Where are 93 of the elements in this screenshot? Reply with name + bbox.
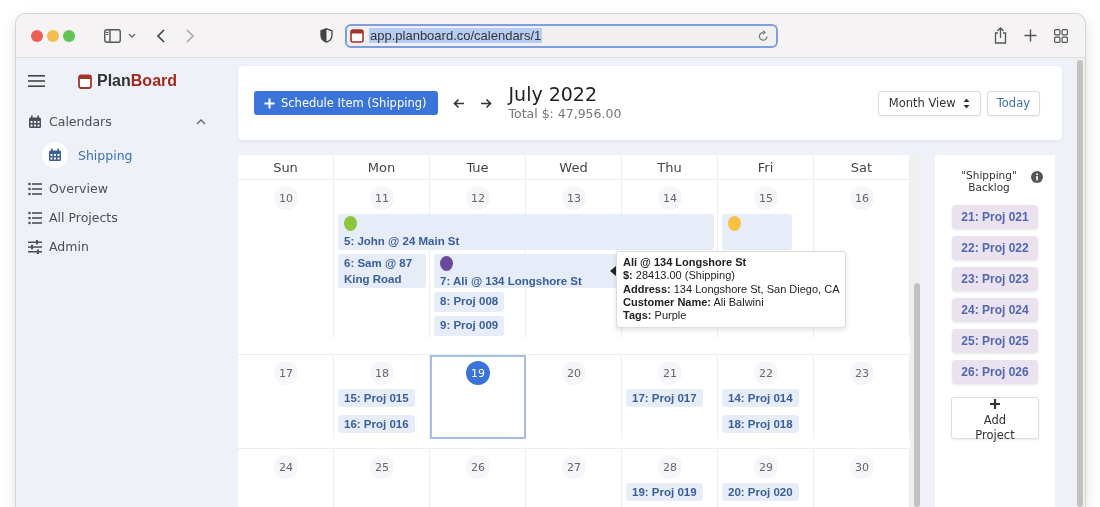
calendar-favicon-icon: [350, 28, 364, 43]
day-number[interactable]: 18: [370, 361, 394, 385]
day-number[interactable]: 13: [562, 186, 586, 210]
sidebar-item[interactable]: Calendars: [28, 107, 226, 136]
event-chip[interactable]: 17: Proj 017: [626, 389, 703, 407]
calendar-icon: [28, 114, 42, 129]
day-number[interactable]: 19: [466, 361, 490, 385]
weekday-header: Sat: [814, 155, 910, 180]
tooltip-text: Tags: Purple: [623, 309, 688, 323]
today-button[interactable]: Today: [986, 90, 1040, 116]
view-select[interactable]: Month View: [877, 90, 981, 116]
weekday-header: Fri: [718, 155, 814, 180]
day-number[interactable]: 23: [850, 361, 874, 385]
reload-icon[interactable]: [758, 29, 769, 42]
plus-icon: [990, 399, 1000, 409]
event-chip[interactable]: 15: Proj 015: [338, 389, 415, 407]
day-number[interactable]: 14: [658, 186, 682, 210]
tooltip-title: Ali @ 134 Longshore St: [623, 256, 748, 270]
arrow-left-icon[interactable]: [453, 97, 466, 109]
event-chip[interactable]: 6: Sam @ 87 King Road: [338, 254, 426, 288]
weekday-header: Wed: [526, 155, 622, 180]
day-number[interactable]: 21: [658, 361, 682, 385]
day-number[interactable]: 30: [850, 455, 874, 479]
month-title: July 2022: [508, 83, 599, 105]
sidebar-item[interactable]: All Projects: [28, 203, 226, 232]
event-chip[interactable]: 20: Proj 020: [722, 483, 799, 501]
event-chip[interactable]: 9: Proj 009: [434, 316, 505, 336]
tooltip-text: $: 28413.00 (Shipping): [623, 269, 736, 283]
backlog-item[interactable]: 26: Proj 026: [952, 360, 1038, 384]
day-number[interactable]: 11: [370, 186, 394, 210]
weekday-header: Mon: [334, 155, 430, 180]
weekday-header: Sun: [238, 155, 334, 180]
window-control-dot[interactable]: [31, 29, 43, 42]
event-chip[interactable]: 19: Proj 019: [626, 483, 703, 501]
sidebar-item[interactable]: Shipping: [42, 136, 226, 174]
backlog-item[interactable]: 25: Proj 025: [952, 329, 1038, 353]
list-icon: [28, 210, 42, 225]
window-control-dot[interactable]: [47, 29, 59, 42]
day-number[interactable]: 16: [850, 186, 874, 210]
event-chip[interactable]: 8: Proj 008: [434, 292, 505, 312]
tab-grid-icon[interactable]: [1054, 28, 1068, 43]
sliders-icon: [28, 239, 42, 254]
backlog-item[interactable]: 23: Proj 023: [952, 267, 1038, 291]
sidebar-toggle-icon[interactable]: [104, 28, 121, 43]
chevron-down-icon[interactable]: [128, 33, 136, 38]
day-number[interactable]: 28: [658, 455, 682, 479]
event-chip[interactable]: 18: Proj 018: [722, 415, 799, 433]
logo-text: PlanBoard: [97, 72, 178, 90]
backlog-item[interactable]: 21: Proj 021: [952, 205, 1038, 229]
calendar-icon: [48, 148, 62, 162]
info-icon[interactable]: [1031, 171, 1043, 183]
day-number[interactable]: 29: [754, 455, 778, 479]
backlog-title: "Shipping" Backlog: [960, 169, 1018, 193]
day-number[interactable]: 20: [562, 361, 586, 385]
event-chip[interactable]: 14: Proj 014: [722, 389, 799, 407]
sidebar-item[interactable]: Admin: [28, 232, 226, 261]
list-icon: [28, 181, 42, 196]
arrow-right-icon[interactable]: [480, 97, 493, 109]
plus-icon: [264, 97, 275, 109]
window-control-dot[interactable]: [63, 29, 75, 42]
backlog-item[interactable]: 22: Proj 022: [952, 236, 1038, 260]
tooltip-text: Customer Name: Ali Balwini: [623, 295, 765, 310]
day-number[interactable]: 26: [466, 455, 490, 479]
day-number[interactable]: 15: [754, 186, 778, 210]
menu-icon[interactable]: [28, 75, 45, 87]
event-chip[interactable]: 7: Ali @ 134 Longshore St: [434, 254, 618, 288]
day-number[interactable]: 24: [274, 455, 298, 479]
day-number[interactable]: 27: [562, 455, 586, 479]
day-number[interactable]: 10: [274, 186, 298, 210]
schedule-button[interactable]: Schedule Item (Shipping): [254, 91, 439, 115]
back-icon[interactable]: [157, 28, 165, 43]
day-number[interactable]: 25: [370, 455, 394, 479]
shield-icon[interactable]: [320, 28, 333, 43]
address-field[interactable]: app.planboard.co/calendars/1: [345, 23, 778, 48]
day-number[interactable]: 22: [754, 361, 778, 385]
day-number[interactable]: 12: [466, 186, 490, 210]
event-chip[interactable]: 5: John @ 24 Main St: [338, 214, 714, 250]
plus-icon[interactable]: [1024, 29, 1037, 42]
day-number[interactable]: 17: [274, 361, 298, 385]
scrollbar-thumb[interactable]: [914, 283, 920, 507]
chevron-up-icon[interactable]: [196, 118, 206, 125]
scrollbar-thumb[interactable]: [1077, 60, 1083, 507]
total-amount: Total $: 47,956.00: [508, 106, 622, 121]
backlog-item[interactable]: 24: Proj 024: [952, 298, 1038, 322]
event-chip[interactable]: 16: Proj 016: [338, 415, 415, 433]
sidebar-item[interactable]: Overview: [28, 174, 226, 203]
calendar-logo-icon: [78, 73, 92, 89]
tooltip-arrow: [610, 266, 616, 276]
weekday-header: Thu: [622, 155, 718, 180]
tooltip-text: Address: 134 Longshore St, San Diego, CA: [623, 282, 840, 296]
sort-caret-icon: [962, 97, 970, 109]
weekday-header: Tue: [430, 155, 526, 180]
share-icon[interactable]: [994, 27, 1007, 44]
